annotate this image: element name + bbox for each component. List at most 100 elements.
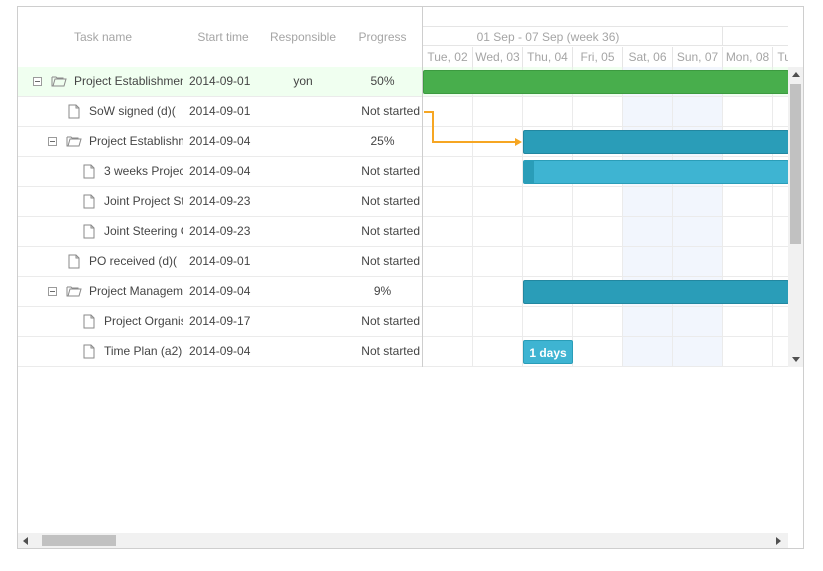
scroll-down-icon[interactable] — [792, 357, 800, 362]
progress-cell: Not started — [361, 164, 420, 178]
responsible-cell — [261, 307, 345, 336]
start-time-cell: 2014-09-01 — [189, 74, 251, 88]
task-row[interactable]: Joint Project St 2014-09-23 Not started — [18, 187, 422, 217]
start-time-cell: 2014-09-01 — [189, 104, 251, 118]
start-time-cell: 2014-09-04 — [189, 134, 251, 148]
task-name-cell: Project Establishment — [18, 127, 183, 156]
file-icon — [83, 224, 95, 239]
timeline-body: 1 days — [423, 67, 788, 367]
progress-cell: 25% — [370, 134, 395, 148]
start-time-cell: 2014-09-04 — [189, 284, 251, 298]
task-name-cell: SoW signed (d)( — [18, 97, 183, 126]
task-name-cell: PO received (d)( — [18, 247, 183, 276]
task-row[interactable]: Joint Steering C 2014-09-23 Not started — [18, 217, 422, 247]
start-time-cell: 2014-09-04 — [189, 164, 251, 178]
file-icon — [68, 254, 80, 269]
horizontal-scrollbar[interactable] — [18, 533, 788, 548]
task-name: PO received (d)( — [89, 254, 178, 268]
file-icon — [68, 104, 80, 119]
task-name-cell: Joint Steering C — [18, 217, 183, 246]
scroll-left-icon[interactable] — [23, 537, 28, 545]
start-time-cell: 2014-09-23 — [189, 224, 251, 238]
week-label: 01 Sep - 07 Sep (week 36) — [476, 30, 620, 44]
vertical-scroll-thumb[interactable] — [790, 84, 801, 244]
start-time-cell: 2014-09-04 — [189, 344, 251, 358]
day-label: Tue, 09 — [773, 47, 788, 67]
timeline-scale: 01 Sep - 07 Sep (week 36) Tue, 02 Wed, 0… — [423, 7, 788, 67]
horizontal-scroll-thumb[interactable] — [42, 535, 116, 546]
file-icon — [83, 314, 95, 329]
timeline-area: 01 Sep - 07 Sep (week 36) Tue, 02 Wed, 0… — [422, 7, 788, 367]
task-row[interactable]: Project Establishment 2014-09-01 yon 50% — [18, 67, 422, 97]
responsible-cell — [261, 277, 345, 306]
task-name: Project Establishment — [89, 134, 183, 148]
folder-open-icon — [51, 76, 67, 87]
task-name: Time Plan (a2) — [104, 344, 183, 358]
task-name-cell: 3 weeks Project — [18, 157, 183, 186]
column-header-start-time[interactable]: Start time — [189, 28, 257, 46]
progress-cell: Not started — [361, 254, 420, 268]
start-time-cell: 2014-09-01 — [189, 254, 251, 268]
week-scale-row: 01 Sep - 07 Sep (week 36) — [423, 26, 788, 46]
task-name: Joint Steering C — [104, 224, 183, 238]
collapse-toggle-icon[interactable] — [48, 287, 57, 296]
task-name: SoW signed (d)( — [89, 104, 176, 118]
day-label: Sat, 06 — [623, 47, 673, 67]
progress-cell: Not started — [361, 314, 420, 328]
gantt-chart: Task name Start time Responsible Progres… — [17, 6, 804, 549]
responsible-cell — [261, 157, 345, 186]
dependency-link-arrow[interactable] — [423, 67, 788, 367]
task-name-cell: Project Organisation — [18, 307, 183, 336]
task-row[interactable]: PO received (d)( 2014-09-01 Not started — [18, 247, 422, 277]
task-row[interactable]: Project Management 2014-09-04 9% — [18, 277, 422, 307]
day-label: Thu, 04 — [523, 47, 573, 67]
task-name: Project Organisation — [104, 314, 183, 328]
day-label: Wed, 03 — [473, 47, 523, 67]
start-time-cell: 2014-09-23 — [189, 194, 251, 208]
file-icon — [83, 344, 95, 359]
task-name: Project Management — [89, 284, 183, 298]
column-header-responsible[interactable]: Responsible — [261, 28, 345, 46]
file-icon — [83, 194, 95, 209]
task-name: Project Establishment — [74, 74, 183, 88]
progress-cell: Not started — [361, 224, 420, 238]
file-icon — [83, 164, 95, 179]
progress-cell: 9% — [373, 284, 392, 298]
responsible-cell — [261, 127, 345, 156]
folder-open-icon — [66, 136, 82, 147]
progress-cell: Not started — [361, 344, 420, 358]
scroll-right-icon[interactable] — [776, 537, 781, 545]
task-row[interactable]: Project Establishment 2014-09-04 25% — [18, 127, 422, 157]
responsible-cell — [261, 97, 345, 126]
week-separator — [722, 26, 723, 46]
scroll-up-icon[interactable] — [792, 72, 800, 77]
progress-cell: Not started — [361, 104, 420, 118]
day-label: Sun, 07 — [673, 47, 723, 67]
task-name-cell: Time Plan (a2) — [18, 337, 183, 366]
task-grid: Task name Start time Responsible Progres… — [18, 7, 422, 367]
day-label: Tue, 02 — [423, 47, 473, 67]
collapse-toggle-icon[interactable] — [48, 137, 57, 146]
start-time-cell: 2014-09-17 — [189, 314, 251, 328]
task-row[interactable]: Time Plan (a2) 2014-09-04 Not started — [18, 337, 422, 367]
vertical-scrollbar[interactable] — [788, 67, 803, 367]
task-row[interactable]: SoW signed (d)( 2014-09-01 Not started — [18, 97, 422, 127]
progress-cell: Not started — [361, 194, 420, 208]
responsible-cell — [261, 247, 345, 276]
task-name: 3 weeks Project — [104, 164, 183, 178]
column-header-progress[interactable]: Progress — [345, 28, 420, 46]
task-row[interactable]: 3 weeks Project 2014-09-04 Not started — [18, 157, 422, 187]
responsible-cell — [261, 337, 345, 366]
day-label: Fri, 05 — [573, 47, 623, 67]
grid-header: Task name Start time Responsible Progres… — [18, 7, 422, 67]
collapse-toggle-icon[interactable] — [33, 77, 42, 86]
task-name: Joint Project St — [104, 194, 183, 208]
folder-open-icon — [66, 286, 82, 297]
progress-cell: 50% — [370, 74, 395, 88]
task-name-cell: Project Management — [18, 277, 183, 306]
responsible-cell — [261, 217, 345, 246]
column-header-task-name[interactable]: Task name — [48, 28, 158, 46]
day-label: Mon, 08 — [723, 47, 773, 67]
responsible-cell: yon — [293, 74, 313, 88]
task-row[interactable]: Project Organisation 2014-09-17 Not star… — [18, 307, 422, 337]
